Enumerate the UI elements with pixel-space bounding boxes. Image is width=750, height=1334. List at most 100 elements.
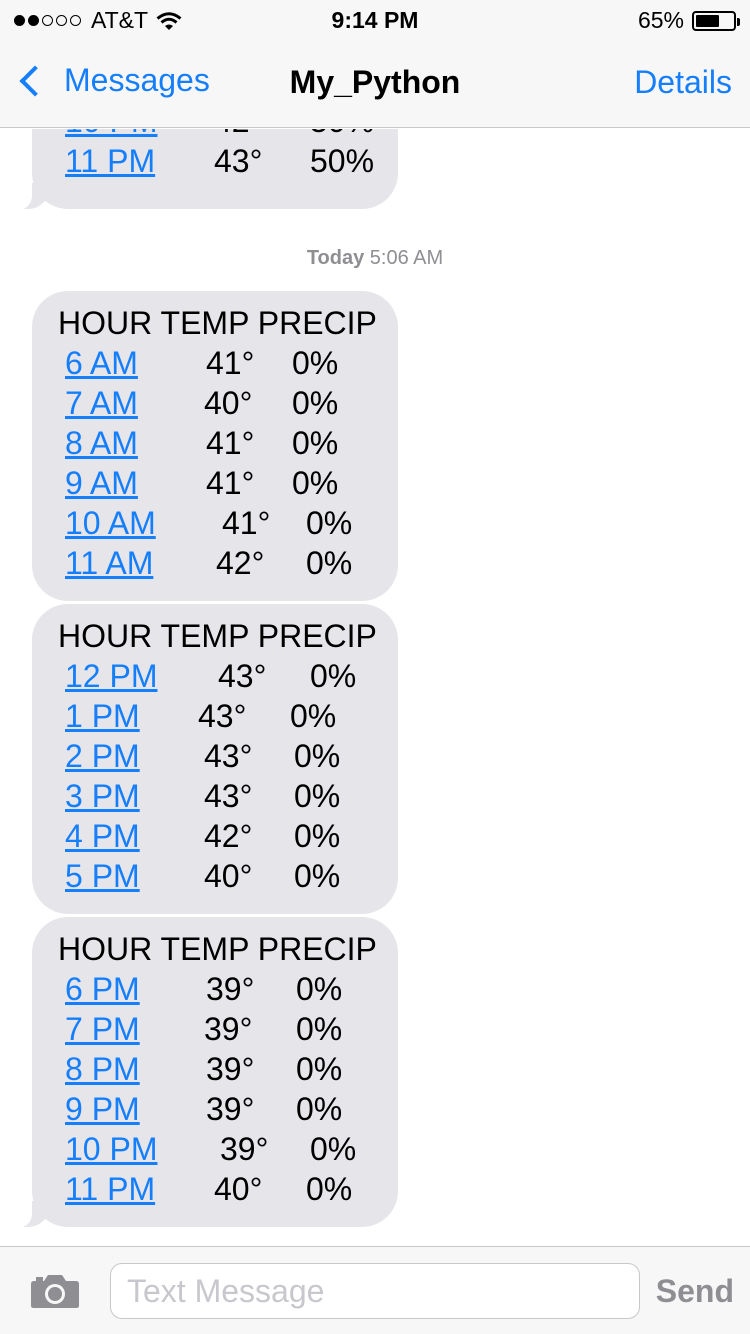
precip-value: 0% (294, 738, 341, 774)
temp-value: 40° (204, 858, 253, 894)
forecast-header: HOUR TEMP PRECIP (58, 931, 377, 967)
precip-value: 0% (296, 1051, 343, 1087)
details-button[interactable]: Details (634, 64, 732, 101)
hour-link[interactable]: 1 PM (65, 696, 140, 736)
forecast-row: 10 AM 41° 0% (58, 503, 398, 543)
precip-value: 0% (294, 818, 341, 854)
nav-bar: Messages My_Python Details (0, 40, 750, 128)
forecast-row: 11 PM 40° 0% (58, 1169, 398, 1209)
temp-value: 41° (206, 465, 255, 501)
forecast-row: 7 PM 39° 0% (58, 1009, 398, 1049)
forecast-row: 3 PM 43° 0% (58, 776, 398, 816)
temp-value: 43° (214, 143, 263, 179)
message-timestamp: Today 5:06 AM (0, 247, 750, 270)
forecast-row: 12 PM 43° 0% (58, 656, 398, 696)
forecast-row: 9 AM 41° 0% (58, 463, 398, 503)
message-bubble: 10 PM 42° 50% 11 PM 43° 50% (12, 129, 398, 210)
temp-value: 43° (198, 698, 247, 734)
precip-value: 0% (292, 385, 339, 421)
temp-value: 40° (214, 1171, 263, 1207)
hour-link[interactable]: 11 PM (65, 141, 155, 181)
forecast-row: 11 AM 42° 0% (58, 543, 398, 583)
temp-value: 43° (204, 738, 253, 774)
hour-link[interactable]: 5 PM (65, 856, 140, 896)
message-list[interactable]: 10 PM 42° 50% 11 PM 43° 50% Today 5:06 A… (0, 129, 750, 1246)
hour-link[interactable]: 6 AM (65, 343, 138, 383)
hour-link[interactable]: 12 PM (65, 656, 157, 696)
temp-value: 41° (206, 425, 255, 461)
forecast-row: 6 AM 41° 0% (58, 343, 398, 383)
precip-value: 0% (296, 971, 343, 1007)
forecast-header: HOUR TEMP PRECIP (58, 618, 377, 654)
message-bubble: HOUR TEMP PRECIP 6 AM 41° 0% 7 AM 40° 0% 8 A… (32, 291, 398, 601)
temp-value: 41° (206, 345, 255, 381)
forecast-row: 7 AM 40° 0% (58, 383, 398, 423)
hour-link[interactable]: 10 PM (65, 1129, 157, 1169)
precip-value: 0% (292, 465, 339, 501)
precip-value: 0% (292, 345, 339, 381)
hour-link[interactable]: 2 PM (65, 736, 140, 776)
hour-link[interactable]: 9 AM (65, 463, 138, 503)
precip-value: 0% (310, 1131, 357, 1167)
forecast-row: 2 PM 43° 0% (58, 736, 398, 776)
forecast-row: 9 PM 39° 0% (58, 1089, 398, 1129)
precip-value: 0% (296, 1091, 343, 1127)
precip-value: 0% (306, 545, 353, 581)
precip-value: 0% (306, 1171, 353, 1207)
hour-link[interactable]: 10 AM (65, 503, 156, 543)
forecast-row: 10 PM 42° 50% (58, 129, 398, 141)
forecast-header: HOUR TEMP PRECIP (58, 305, 377, 341)
message-bubble: HOUR TEMP PRECIP 12 PM 43° 0% 1 PM 43° 0% 2 … (32, 604, 398, 914)
hour-link[interactable]: 8 AM (65, 423, 138, 463)
temp-value: 39° (206, 971, 255, 1007)
timestamp-day: Today (306, 247, 365, 269)
hour-link[interactable]: 4 PM (65, 816, 140, 856)
precip-value: 50% (310, 143, 375, 179)
battery-percent: 65% (637, 7, 684, 33)
battery-icon (692, 10, 740, 31)
timestamp-time: 5:06 AM (369, 247, 444, 269)
hour-link[interactable]: 11 PM (65, 1169, 155, 1209)
forecast-row: 4 PM 42° 0% (58, 816, 398, 856)
hour-link[interactable]: 9 PM (65, 1089, 140, 1129)
forecast-row: 11 PM 43° 50% (58, 141, 398, 181)
precip-value: 0% (296, 1011, 343, 1047)
compose-bar: Text Message Send (0, 1246, 750, 1334)
camera-icon[interactable] (30, 1273, 80, 1309)
hour-link[interactable]: 7 PM (65, 1009, 140, 1049)
temp-value: 42° (216, 545, 265, 581)
precip-value: 0% (294, 858, 341, 894)
temp-value: 39° (220, 1131, 269, 1167)
message-input[interactable]: Text Message (110, 1263, 640, 1319)
send-button[interactable]: Send (656, 1273, 734, 1310)
forecast-row: 6 PM 39° 0% (58, 969, 398, 1009)
battery-level (696, 14, 720, 27)
hour-link[interactable]: 8 PM (65, 1049, 140, 1089)
temp-value: 43° (218, 658, 267, 694)
precip-value: 0% (310, 658, 357, 694)
temp-value: 39° (204, 1011, 253, 1047)
precip-value: 0% (306, 505, 353, 541)
temp-value: 39° (206, 1091, 255, 1127)
temp-value: 42° (204, 818, 253, 854)
hour-link[interactable]: 7 AM (65, 383, 138, 423)
hour-link[interactable]: 3 PM (65, 776, 140, 816)
message-bubble: HOUR TEMP PRECIP 6 PM 39° 0% 7 PM 39° 0% 8 P… (12, 917, 398, 1228)
hour-link[interactable]: 6 PM (65, 969, 140, 1009)
precip-value: 0% (290, 698, 337, 734)
forecast-row: 10 PM 39° 0% (58, 1129, 398, 1169)
hour-link[interactable]: 11 AM (65, 543, 153, 583)
forecast-row: 1 PM 43° 0% (58, 696, 398, 736)
precip-value: 0% (294, 778, 341, 814)
precip-value: 0% (292, 425, 339, 461)
temp-value: 41° (222, 505, 271, 541)
forecast-row: 8 PM 39° 0% (58, 1049, 398, 1089)
temp-value: 40° (204, 385, 253, 421)
status-right: 65% (637, 7, 740, 34)
forecast-row: 8 AM 41° 0% (58, 423, 398, 463)
temp-value: 39° (206, 1051, 255, 1087)
status-bar: AT&T 9:14 PM 65% (0, 0, 750, 40)
temp-value: 42° (214, 129, 262, 141)
forecast-row: 5 PM 40° 0% (58, 856, 398, 896)
hour-link[interactable]: 10 PM (65, 129, 157, 141)
